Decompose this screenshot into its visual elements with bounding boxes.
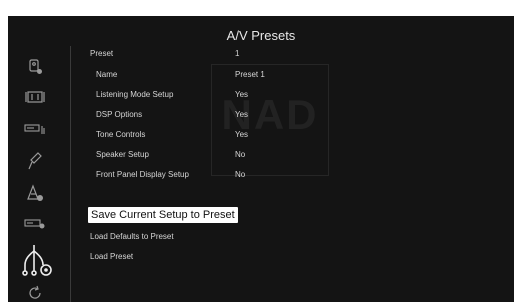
osd-screen: A/V Presets NAD Preset 1 Name Preset 1 L… (8, 16, 514, 302)
audio-device-icon[interactable] (22, 118, 48, 140)
page-title: A/V Presets (226, 28, 296, 43)
row-label: Speaker Setup (96, 150, 149, 159)
load-defaults-button[interactable]: Load Defaults to Preset (90, 232, 174, 241)
source-input-icon[interactable] (22, 56, 48, 78)
row-value: No (235, 170, 246, 179)
row-value: Yes (235, 90, 249, 99)
sidebar (8, 16, 68, 302)
speaker-settings-icon[interactable] (22, 182, 48, 204)
sidebar-divider (70, 46, 71, 302)
row-label: Front Panel Display Setup (96, 170, 189, 179)
row-value: Yes (235, 130, 249, 139)
save-current-setup-button[interactable]: Save Current Setup to Preset (88, 207, 238, 223)
row-label: Tone Controls (96, 130, 146, 139)
row-label: Name (96, 70, 118, 79)
row-value: Preset 1 (235, 70, 265, 79)
receiver-settings-icon[interactable] (22, 212, 48, 234)
preset-header-value: 1 (235, 49, 240, 58)
av-presets-icon[interactable] (16, 240, 56, 280)
refresh-icon[interactable] (22, 282, 48, 302)
microphone-icon[interactable] (22, 150, 48, 172)
preset-header-label: Preset (90, 49, 114, 58)
video-display-icon[interactable] (22, 86, 48, 108)
brand-watermark: NAD (211, 64, 329, 176)
row-value: No (235, 150, 246, 159)
row-value: Yes (235, 110, 249, 119)
load-preset-button[interactable]: Load Preset (90, 252, 133, 261)
row-label: Listening Mode Setup (96, 90, 174, 99)
row-label: DSP Options (96, 110, 143, 119)
